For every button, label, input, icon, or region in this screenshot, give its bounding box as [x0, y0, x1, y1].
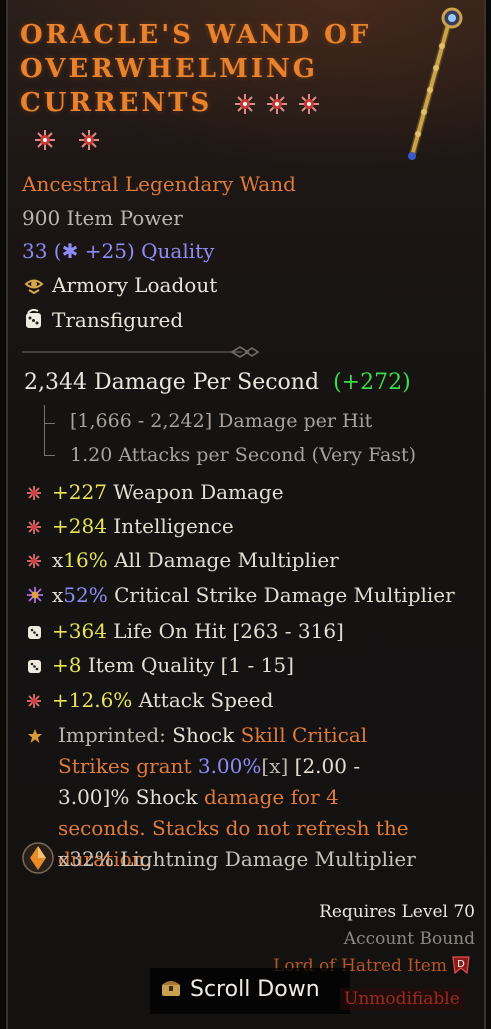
affix-attack-speed: +12.6% Attack Speed [26, 688, 273, 714]
wand-item-image [398, 6, 468, 170]
item-power: 900 Item Power [22, 206, 183, 230]
socket-icon [234, 93, 256, 115]
dice-icon [26, 655, 52, 679]
dps-value: 2,344 Damage Per Second [24, 370, 320, 395]
affix-text: Item Quality [1 - 15] [81, 653, 294, 677]
affix-text: Critical Strike Damage Multiplier [107, 583, 455, 607]
affix-intelligence: +284 Intelligence [26, 514, 234, 540]
armory-eye-icon [22, 275, 46, 299]
armory-loadout: Armory Loadout [22, 273, 217, 299]
red-rune-icon [26, 550, 52, 574]
chest-icon [160, 976, 182, 1004]
lightning-gem-icon [22, 842, 54, 878]
damage-per-hit: [1,666 - 2,242] Damage per Hit [70, 410, 373, 432]
imprint-percent: 3.00% [197, 754, 262, 778]
affix-value: +8 [52, 653, 82, 677]
account-bound: Account Bound [343, 929, 475, 949]
red-rune-icon [26, 690, 52, 714]
transfigured-label: Transfigured [52, 308, 184, 332]
affix-all-damage: x16% All Damage Multiplier [26, 548, 339, 574]
item-title: Oracle's Wand of Overwhelming Currents [20, 18, 420, 156]
quality-gem-icon: ✱ [61, 239, 79, 263]
svg-text:D: D [457, 959, 465, 970]
red-rune-icon [26, 516, 52, 540]
item-quality: 33 (✱ +25) Quality [22, 239, 214, 263]
affix-value: 52% [63, 583, 108, 607]
scroll-down-prompt[interactable]: Scroll Down [160, 976, 320, 1004]
attacks-per-second: 1.20 Attacks per Second (Very Fast) [70, 444, 417, 466]
affix-prefix: x [52, 548, 64, 572]
expansion-icon: D [450, 954, 472, 980]
transfigure-dice-icon [22, 308, 46, 335]
affix-value: +12.6% [52, 688, 133, 712]
affix-text: Intelligence [106, 514, 234, 538]
purple-rune-icon [26, 585, 52, 609]
affix-weapon-damage: +227 Weapon Damage [26, 480, 284, 506]
scroll-down-label: Scroll Down [190, 977, 320, 1002]
quality-suffix: ) Quality [126, 239, 215, 263]
tree-branch-line [44, 423, 55, 456]
affix-value: +364 [52, 619, 107, 643]
affix-value: +284 [52, 514, 107, 538]
affix-text: Attack Speed [132, 688, 274, 712]
requires-level: Requires Level 70 [319, 902, 475, 922]
item-type: Ancestral Legendary Wand [22, 172, 296, 196]
socket-icon [78, 129, 100, 151]
socket-icon [266, 93, 288, 115]
affix-prefix: x [52, 583, 64, 607]
transfigured: Transfigured [22, 308, 183, 335]
affix-text: All Damage Multiplier [107, 548, 339, 572]
affix-value: +227 [52, 480, 107, 504]
affix-text: Life On Hit [263 - 316] [106, 619, 344, 643]
affix-value: 16% [63, 548, 108, 572]
gem-affix: x32% Lightning Damage Multiplier [58, 847, 416, 871]
socket-icon [34, 129, 56, 151]
imprint-skill-2: Shock [135, 785, 198, 809]
unmodifiable-label: Unmodifiable [340, 988, 464, 1010]
dice-icon [26, 621, 52, 645]
imprint-label: Imprinted: [58, 723, 173, 747]
dps-change: (+272) [333, 370, 411, 395]
affix-text: Weapon Damage [106, 480, 284, 504]
affix-life-on-hit: +364 Life On Hit [263 - 316] [26, 619, 344, 645]
armory-label: Armory Loadout [52, 273, 218, 297]
imprint-star-icon [28, 728, 42, 747]
socket-icon [298, 93, 320, 115]
affix-crit-damage: x52% Critical Strike Damage Multiplier [26, 583, 455, 609]
quality-bonus: +25 [84, 239, 127, 263]
tree-branch-line [44, 405, 55, 424]
imprint-skill: Shock [172, 723, 235, 747]
affix-item-quality: +8 Item Quality [1 - 15] [26, 653, 294, 679]
damage-per-second: 2,344 Damage Per Second (+272) [24, 370, 411, 395]
imprint-tag: [x] [261, 754, 289, 778]
red-rune-icon [26, 482, 52, 506]
section-divider [22, 344, 260, 358]
quality-base: 33 ( [22, 239, 62, 263]
